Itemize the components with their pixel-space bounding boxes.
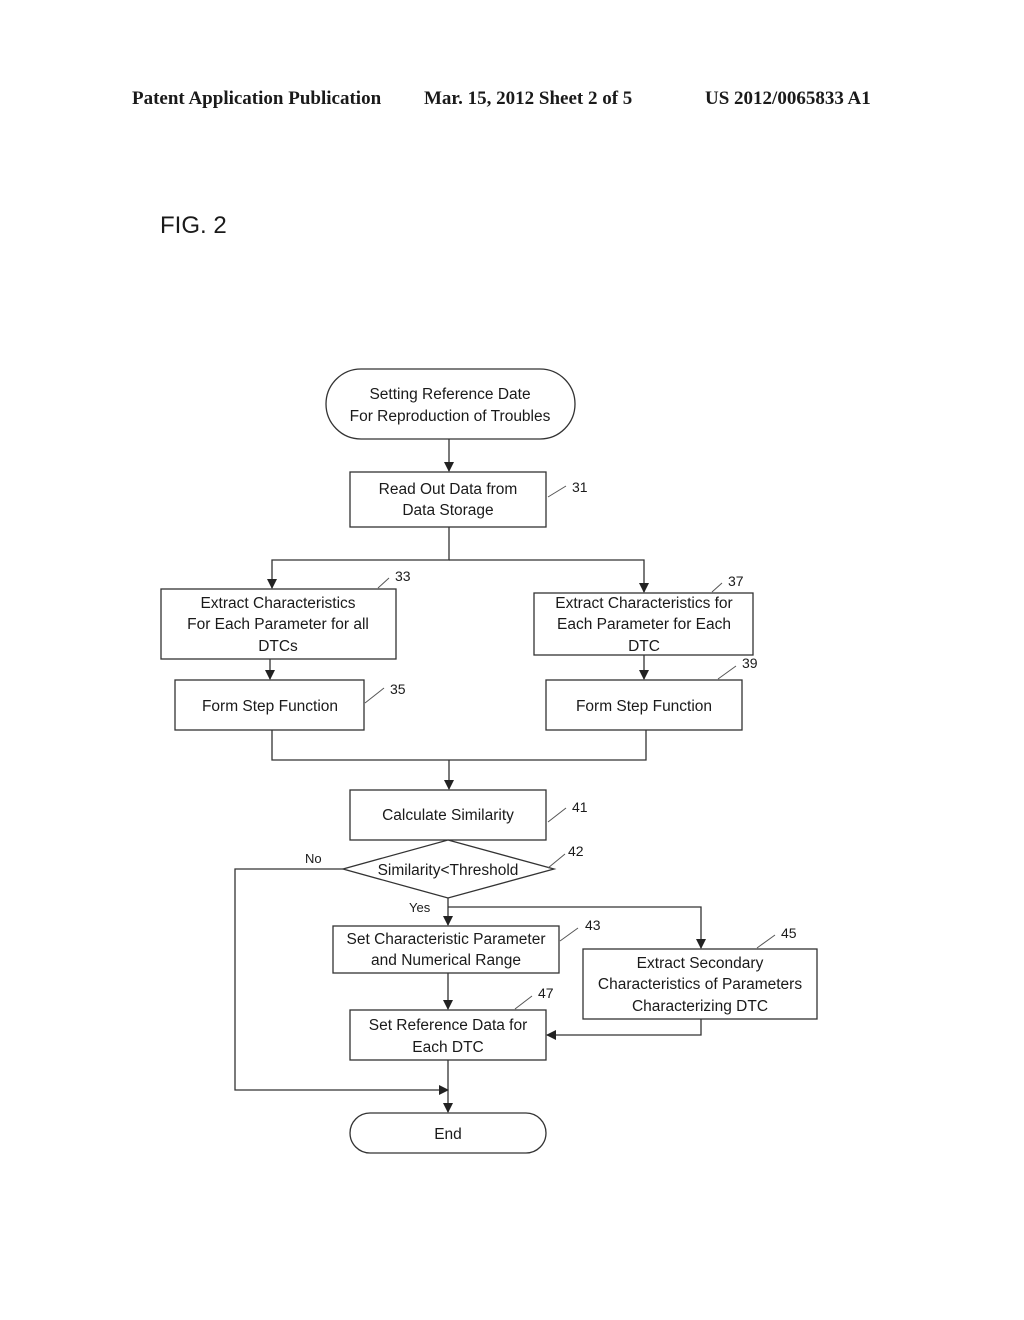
arrow-secondary-to-reference: [546, 1019, 702, 1040]
similarity-decision: Similarity<Threshold 42 No Yes: [305, 839, 584, 915]
set-param-line-2: and Numerical Range: [371, 952, 521, 969]
extract-all-line-1: Extract Characteristics: [200, 595, 355, 612]
step-function-right-box: Form Step Function 39: [545, 655, 758, 731]
ref-33: 33: [395, 568, 411, 584]
read-data-line-2: Data Storage: [402, 502, 493, 519]
ref-39: 39: [742, 655, 758, 671]
set-ref-line-2: Each DTC: [412, 1039, 484, 1056]
ref-42: 42: [568, 843, 584, 859]
start-terminal: Setting Reference Date For Reproduction …: [325, 368, 576, 440]
start-line-2: For Reproduction of Troubles: [350, 408, 551, 425]
ref-43: 43: [585, 917, 601, 933]
ref-47: 47: [538, 985, 554, 1001]
extract-each-line-3: DTC: [628, 638, 660, 655]
read-data-line-1: Read Out Data from: [379, 481, 518, 498]
step-right-label: Form Step Function: [576, 698, 712, 715]
extract-each-line-1: Extract Characteristics for: [555, 595, 732, 612]
step-function-left-box: Form Step Function 35: [174, 679, 406, 731]
arrow-read-to-extract-each: [449, 559, 649, 593]
decision-label: Similarity<Threshold: [378, 862, 519, 879]
secondary-line-1: Extract Secondary: [637, 955, 764, 972]
calc-label: Calculate Similarity: [382, 807, 514, 824]
ref-31: 31: [572, 479, 588, 495]
set-parameter-box: Set Characteristic Parameter and Numeric…: [332, 917, 601, 974]
end-terminal: End: [349, 1112, 547, 1154]
ref-41: 41: [572, 799, 588, 815]
set-reference-box: Set Reference Data for Each DTC 47: [349, 985, 554, 1061]
extract-secondary-box: Extract Secondary Characteristics of Par…: [582, 925, 818, 1020]
secondary-line-2: Characteristics of Parameters: [598, 976, 802, 993]
set-param-line-1: Set Characteristic Parameter: [347, 931, 546, 948]
yes-label: Yes: [409, 900, 431, 915]
set-ref-line-1: Set Reference Data for: [369, 1017, 528, 1034]
ref-35: 35: [390, 681, 406, 697]
start-line-1: Setting Reference Date: [369, 386, 530, 403]
step-left-label: Form Step Function: [202, 698, 338, 715]
ref-45: 45: [781, 925, 797, 941]
read-data-box: Read Out Data from Data Storage 31: [349, 471, 588, 528]
extract-all-line-2: For Each Parameter for all: [187, 616, 369, 633]
secondary-line-3: Characterizing DTC: [632, 998, 768, 1015]
end-label: End: [434, 1126, 462, 1143]
arrow-read-to-extract-all: [267, 527, 450, 589]
extract-each-line-2: Each Parameter for Each: [557, 616, 731, 633]
extract-all-line-3: DTCs: [258, 638, 298, 655]
merge-line: [271, 730, 647, 761]
extract-all-box: Extract Characteristics For Each Paramet…: [160, 568, 411, 660]
ref-37: 37: [728, 573, 744, 589]
calculate-similarity-box: Calculate Similarity 41: [349, 789, 588, 841]
flowchart: Setting Reference Date For Reproduction …: [160, 368, 818, 1154]
no-label: No: [305, 851, 322, 866]
